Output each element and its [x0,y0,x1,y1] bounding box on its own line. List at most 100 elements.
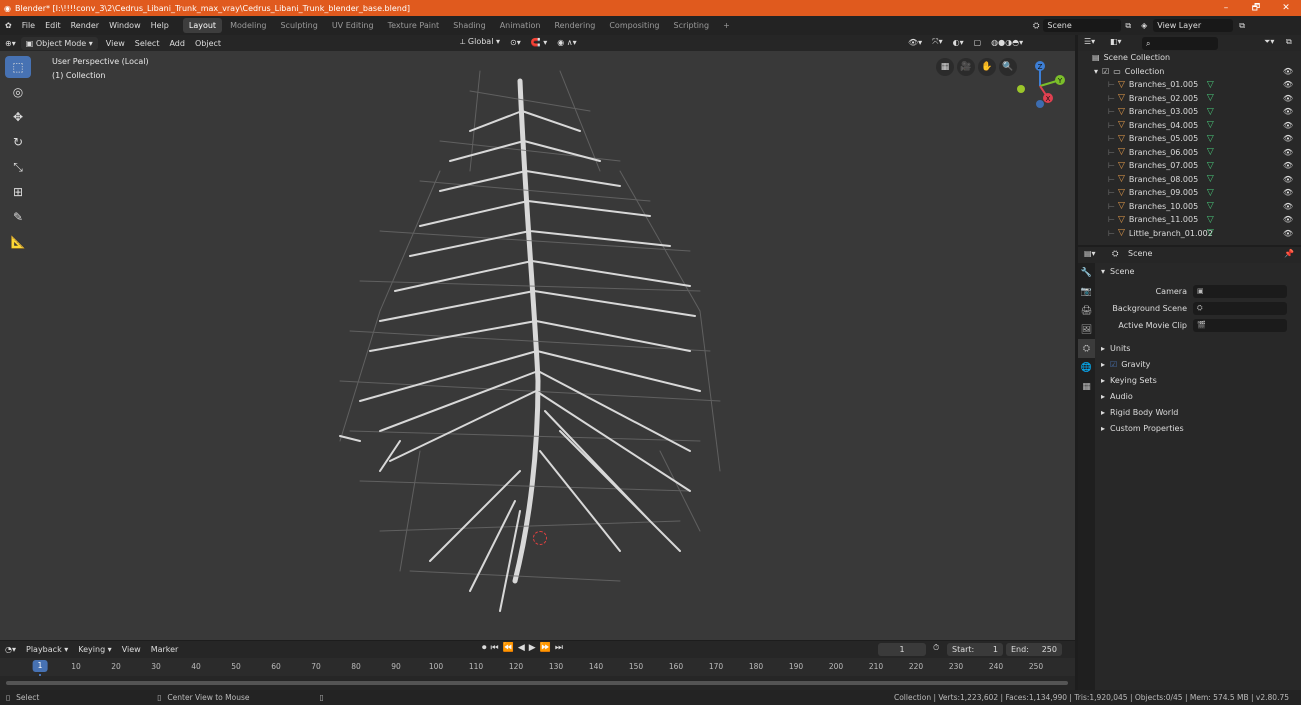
menu-object[interactable]: Object [190,39,226,48]
rigid-body-world-panel-header[interactable]: ▸ Rigid Body World [1095,404,1301,420]
menu-add[interactable]: Add [164,39,190,48]
menu-view[interactable]: View [101,39,130,48]
move-tool-icon[interactable]: ✥ [5,106,31,128]
menu-edit[interactable]: Edit [40,16,66,35]
mesh-data-icon[interactable]: ▽ [1207,147,1214,157]
timeline-scrollbar[interactable] [6,681,1068,685]
mesh-data-icon[interactable]: ▽ [1207,134,1214,144]
transform-tool-icon[interactable]: ⊞ [5,181,31,203]
menu-keying[interactable]: Keying ▾ [73,645,116,654]
outliner-item[interactable]: ⊢ ▽ Branches_01.005 ▽ 👁 [1078,78,1301,92]
collection-row[interactable]: ▾ ☑ ▭ Collection 👁 [1078,65,1301,79]
mesh-data-icon[interactable]: ▽ [1207,161,1214,171]
background-scene-field[interactable]: ⛭ [1193,302,1287,315]
next-keyframe-icon[interactable]: ⏩ [540,643,551,653]
proportional-edit-icon[interactable]: ◉ ∧▾ [552,38,581,47]
active-movie-clip-field[interactable]: 🎬 [1193,319,1287,332]
units-panel-header[interactable]: ▸ Units [1095,340,1301,356]
outliner-editor-type-icon[interactable]: ☰▾ [1084,37,1095,46]
outliner-item[interactable]: ⊢ ▽ Branches_05.005 ▽ 👁 [1078,132,1301,146]
add-workspace-button[interactable]: + [717,18,736,33]
texture-tab-icon[interactable]: ▦ [1078,377,1095,396]
tab-texture-paint[interactable]: Texture Paint [382,18,446,33]
tab-sculpting[interactable]: Sculpting [274,18,323,33]
mesh-data-icon[interactable]: ▽ [1207,228,1214,238]
visibility-icon[interactable]: 👁▾ [903,38,927,47]
pan-hand-icon[interactable]: ✋ [978,58,996,76]
menu-view-timeline[interactable]: View [117,645,146,654]
mesh-data-icon[interactable]: ▽ [1207,120,1214,130]
eye-icon[interactable]: 👁 [1283,229,1293,238]
render-tab-icon[interactable]: 📷 [1078,282,1095,301]
outliner-item[interactable]: ⊢ ▽ Branches_02.005 ▽ 👁 [1078,92,1301,106]
eye-icon[interactable]: 👁 [1283,202,1293,211]
display-mode-icon[interactable]: ◧▾ [1110,37,1122,46]
mesh-data-icon[interactable]: ▽ [1207,201,1214,211]
tab-layout[interactable]: Layout [182,18,223,33]
tool-tab-icon[interactable]: 🔧 [1078,263,1095,282]
timeline-editor-type-icon[interactable]: ◔▾ [0,645,21,654]
eye-icon[interactable]: 👁 [1283,134,1293,143]
view-layer-selector[interactable]: View Layer [1153,19,1234,32]
expand-icon[interactable]: ▾ [1094,67,1098,76]
select-box-tool-icon[interactable]: ⬚ [5,56,31,78]
eye-icon[interactable]: 👁 [1283,107,1293,116]
end-frame-field[interactable]: End: 250 [1006,643,1062,656]
xray-icon[interactable]: ▢ [969,38,987,47]
custom-properties-panel-header[interactable]: ▸ Custom Properties [1095,420,1301,436]
menu-playback[interactable]: Playback ▾ [21,645,73,654]
outliner-item[interactable]: ⊢ ▽ Branches_06.005 ▽ 👁 [1078,146,1301,160]
world-tab-icon[interactable]: 🌐 [1078,358,1095,377]
keying-sets-panel-header[interactable]: ▸ Keying Sets [1095,372,1301,388]
jump-start-icon[interactable]: ⏮ [491,643,499,653]
3d-cursor-icon[interactable] [533,531,547,545]
filter-icon[interactable]: ⏷▾ [1264,37,1274,47]
new-view-layer-icon[interactable]: ⧉ [1239,21,1245,31]
menu-help[interactable]: Help [146,16,174,35]
prev-keyframe-icon[interactable]: ⏪ [503,643,514,653]
menu-file[interactable]: File [17,16,40,35]
scene-collection-row[interactable]: ▤ Scene Collection [1078,51,1301,65]
snap-icon[interactable]: 🧲 ▾ [526,38,553,47]
tab-modeling[interactable]: Modeling [224,18,272,33]
tab-scripting[interactable]: Scripting [668,18,716,33]
stopwatch-icon[interactable]: ⏱ [933,643,939,653]
tab-rendering[interactable]: Rendering [548,18,601,33]
editor-type-icon[interactable]: ⊕▾ [0,39,21,48]
maximize-button[interactable]: 🗗 [1241,0,1271,16]
output-tab-icon[interactable]: 🖨 [1078,301,1095,320]
mesh-data-icon[interactable]: ▽ [1207,93,1214,103]
eye-icon[interactable]: 👁 [1283,148,1293,157]
eye-icon[interactable]: 👁 [1283,161,1293,170]
new-scene-icon[interactable]: ⧉ [1125,21,1131,31]
scene-tab-icon[interactable]: ⛭ [1078,339,1095,358]
outliner-item[interactable]: ⊢ ▽ Little_branch_01.002 ▽ 👁 [1078,227,1301,241]
audio-panel-header[interactable]: ▸ Audio [1095,388,1301,404]
view-layer-tab-icon[interactable]: 🖼 [1078,320,1095,339]
eye-icon[interactable]: 👁 [1283,67,1293,76]
minimize-button[interactable]: – [1211,0,1241,16]
outliner-item[interactable]: ⊢ ▽ Branches_11.005 ▽ 👁 [1078,213,1301,227]
pivot-icon[interactable]: ⊙▾ [505,38,526,47]
mesh-data-icon[interactable]: ▽ [1207,188,1214,198]
eye-icon[interactable]: 👁 [1283,80,1293,89]
camera-field[interactable]: ▣ [1193,285,1287,298]
scale-tool-icon[interactable]: ⤡ [5,156,31,178]
measure-tool-icon[interactable]: 📐 [5,231,31,253]
menu-render[interactable]: Render [66,16,104,35]
mode-dropdown[interactable]: ▣ Object Mode ▾ [20,36,98,50]
record-icon[interactable]: ⏺ [482,643,487,653]
camera-view-icon[interactable]: 🎥 [957,58,975,76]
navigation-gizmo[interactable]: Z Y X [1010,56,1070,116]
jump-end-icon[interactable]: ⏭ [555,643,563,653]
scene-selector[interactable]: Scene [1043,19,1122,32]
outliner-item[interactable]: ⊢ ▽ Branches_03.005 ▽ 👁 [1078,105,1301,119]
mesh-data-icon[interactable]: ▽ [1207,80,1214,90]
play-reverse-icon[interactable]: ◀ [518,643,525,653]
menu-select[interactable]: Select [130,39,165,48]
tab-shading[interactable]: Shading [447,18,492,33]
outliner-item[interactable]: ⊢ ▽ Branches_04.005 ▽ 👁 [1078,119,1301,133]
rotate-tool-icon[interactable]: ↻ [5,131,31,153]
blender-menu-icon[interactable]: ✿ [0,16,17,35]
gravity-panel-header[interactable]: ▸ ☑ Gravity [1095,356,1301,372]
